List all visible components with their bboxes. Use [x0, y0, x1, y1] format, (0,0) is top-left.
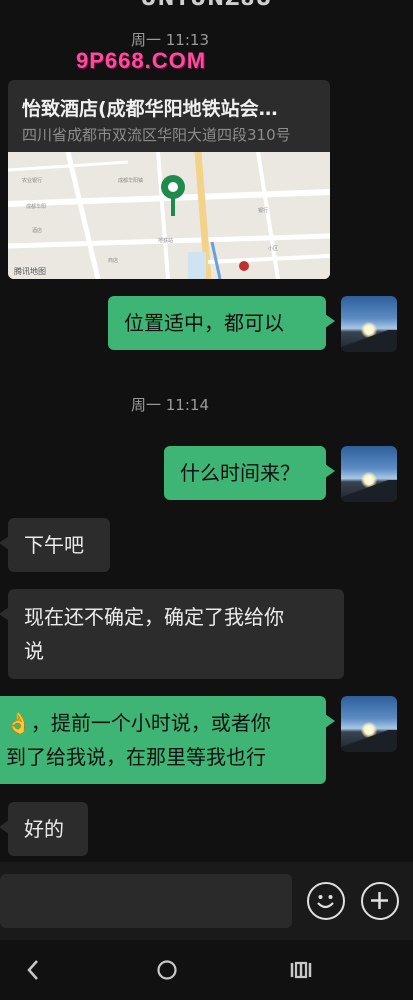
message-text: 下午吧 — [24, 533, 84, 557]
message-bubble-incoming[interactable]: 现在还不确定，确定了我给你 说 — [0, 589, 344, 679]
message-bubble-incoming[interactable]: 下午吧 — [0, 518, 110, 572]
message-bubble-outgoing[interactable]: 👌，提前一个小时说，或者你 到了给我说，在那里等我也行 — [0, 696, 335, 784]
map-thumbnail[interactable]: 农业银行成都华阳 酒店 成都华阳镇 银行地铁站 小区商店 腾讯地图 — [8, 151, 330, 279]
avatar[interactable] — [341, 446, 397, 502]
svg-text:成都华阳: 成都华阳 — [26, 203, 46, 210]
message-text: 什么时间来？ — [180, 461, 300, 485]
message-text: 位置适中，都可以 — [124, 311, 284, 335]
chat-title-partial: UNTUNZ8U — [0, 0, 413, 10]
plus-icon[interactable] — [361, 882, 399, 920]
svg-text:酒店: 酒店 — [32, 227, 42, 234]
smiley-icon[interactable] — [307, 882, 345, 920]
message-text-line: 👌，提前一个小时说，或者你 — [6, 711, 271, 735]
map-credit: 腾讯地图 — [14, 267, 46, 276]
back-icon[interactable] — [24, 958, 42, 982]
svg-text:成都华阳镇: 成都华阳镇 — [118, 177, 143, 184]
timestamp: 周一 11:13 — [131, 31, 209, 49]
message-text-line: 说 — [24, 639, 44, 663]
svg-text:地铁站: 地铁站 — [158, 237, 173, 244]
location-message-card[interactable]: 怡致酒店(成都华阳地铁站会… 四川省成都市双流区华阳大道四段310号 农业银行成… — [8, 80, 330, 279]
svg-text:小区: 小区 — [268, 245, 278, 252]
watermark-text: 9P668.COM — [76, 48, 207, 73]
svg-text:农业银行: 农业银行 — [22, 177, 42, 184]
message-bubble-outgoing[interactable]: 位置适中，都可以 — [108, 296, 335, 350]
avatar[interactable] — [341, 696, 397, 752]
message-bubble-outgoing[interactable]: 什么时间来？ — [164, 446, 335, 500]
timestamp: 周一 11:14 — [131, 396, 209, 414]
message-input[interactable] — [0, 874, 292, 928]
location-address: 四川省成都市双流区华阳大道四段310号 — [22, 126, 291, 144]
input-bar — [0, 862, 413, 940]
system-nav-bar — [0, 940, 413, 1000]
ok-hand-emoji-icon: 👌 — [6, 711, 31, 735]
message-text: 好的 — [24, 817, 64, 841]
home-icon[interactable] — [156, 958, 178, 982]
message-bubble-incoming[interactable]: 好的 — [0, 802, 88, 856]
svg-text:银行: 银行 — [258, 207, 268, 214]
message-text-line: 现在还不确定，确定了我给你 — [24, 605, 284, 629]
avatar[interactable] — [341, 296, 397, 352]
svg-text:商店: 商店 — [108, 257, 118, 264]
message-text-line: 到了给我说，在那里等我也行 — [6, 745, 266, 769]
location-title: 怡致酒店(成都华阳地铁站会… — [22, 98, 278, 120]
location-pin-icon — [161, 175, 185, 216]
recent-apps-icon[interactable] — [289, 958, 313, 982]
